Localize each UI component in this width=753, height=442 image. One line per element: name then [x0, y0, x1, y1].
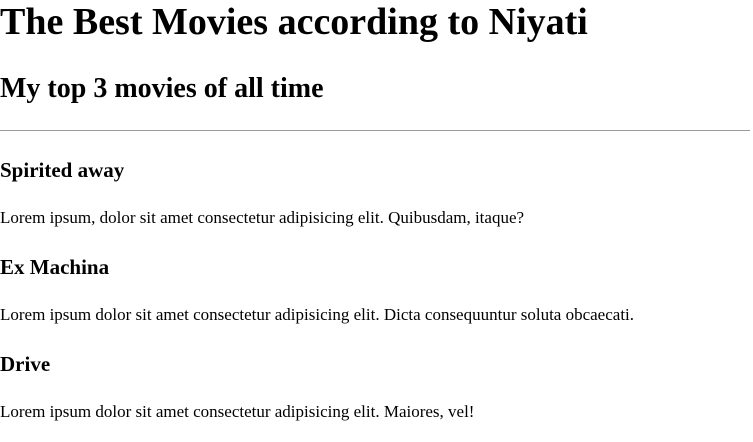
page-subtitle: My top 3 movies of all time: [0, 73, 324, 104]
movie-title-spirited-away: Spirited away: [0, 158, 125, 182]
movie-title-drive: Drive: [0, 352, 51, 376]
movie-description-ex-machina: Lorem ipsum dolor sit amet consectetur a…: [0, 305, 635, 324]
page-title: The Best Movies according to Niyati: [0, 1, 588, 43]
movie-description-spirited-away: Lorem ipsum, dolor sit amet consectetur …: [0, 208, 525, 227]
page: The Best Movies according to Niyati My t…: [0, 0, 753, 442]
divider: [0, 130, 750, 131]
movie-title-ex-machina: Ex Machina: [0, 255, 110, 279]
movie-description-drive: Lorem ipsum dolor sit amet consectetur a…: [0, 402, 475, 421]
